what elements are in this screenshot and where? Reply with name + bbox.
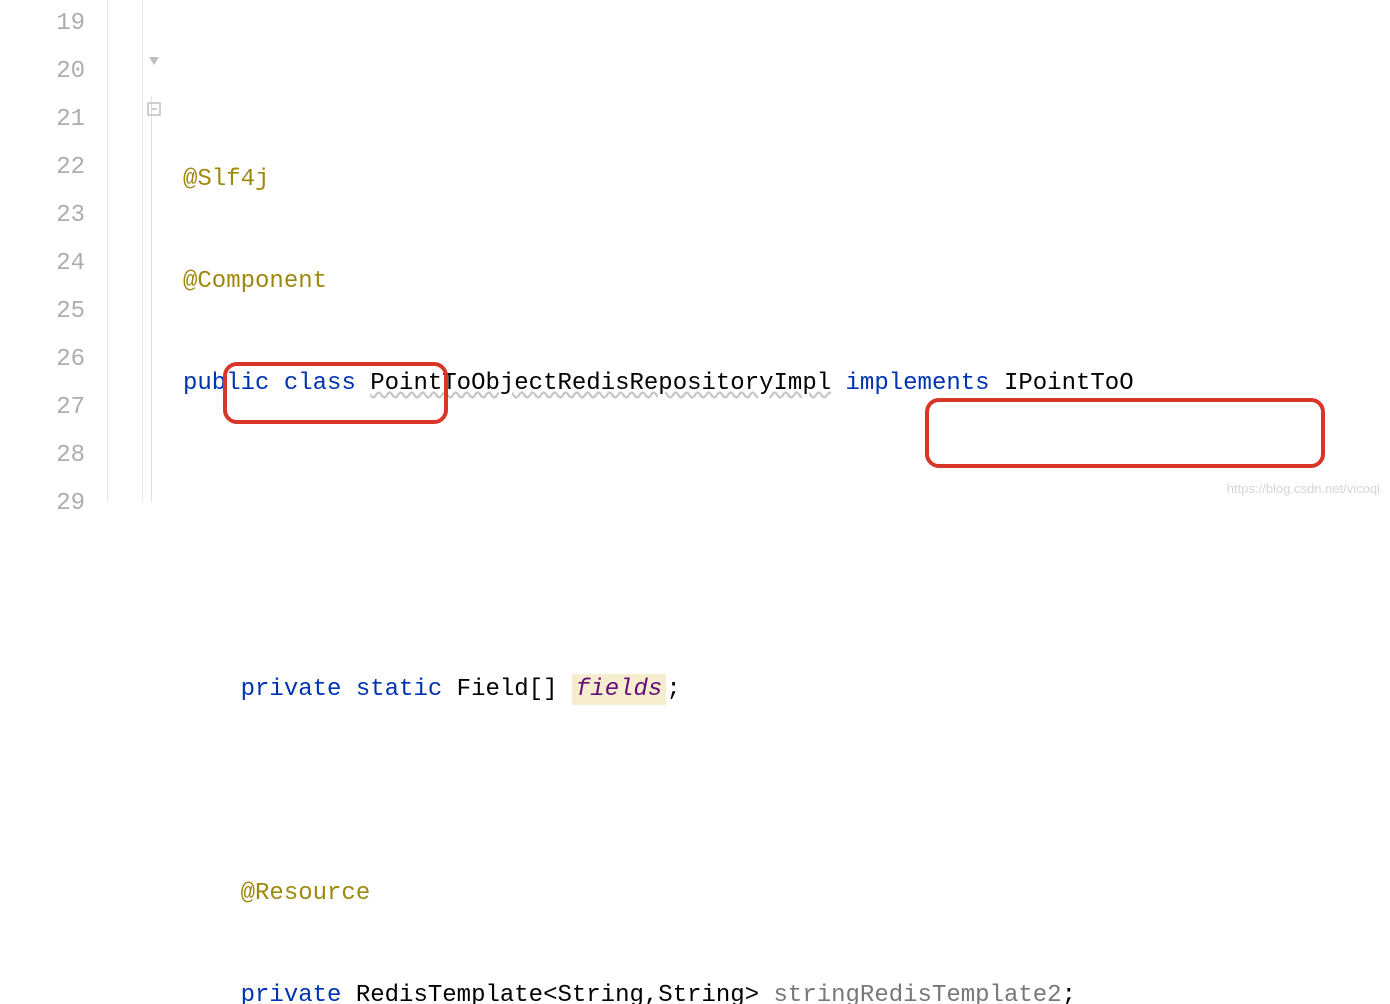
field-name: stringRedisTemplate2	[774, 982, 1062, 1004]
code-line: @Component	[183, 258, 1390, 306]
code-line: private static Field[] fields;	[183, 666, 1390, 714]
watermark: https://blog.csdn.net/vicoqi	[1227, 481, 1380, 496]
code-line	[183, 768, 1390, 816]
line-number: 20	[0, 48, 85, 96]
annotation: @Resource	[241, 880, 371, 907]
line-number: 22	[0, 144, 85, 192]
classname: PointToObjectRedisRepositoryImpl	[370, 370, 831, 397]
code-line: private RedisTemplate<String,String> str…	[183, 972, 1390, 1004]
keyword: class	[284, 370, 356, 397]
fold-icon[interactable]	[145, 100, 163, 124]
line-number: 19	[0, 0, 85, 48]
keyword: public	[183, 370, 269, 397]
code-line: @Slf4j	[183, 156, 1390, 204]
annotation: @Component	[183, 268, 327, 295]
highlight-box-field	[925, 398, 1325, 468]
keyword: private	[241, 982, 342, 1004]
typename: RedisTemplate<String,String>	[356, 982, 759, 1004]
gutter-extra	[108, 0, 143, 502]
line-number: 29	[0, 480, 85, 528]
code-line: public class PointToObjectRedisRepositor…	[183, 360, 1390, 408]
line-number: 25	[0, 288, 85, 336]
code-line: @Resource	[183, 870, 1390, 918]
line-number: 27	[0, 384, 85, 432]
punct: ;	[666, 676, 680, 703]
code-editor[interactable]: @Slf4j @Component public class PointToOb…	[183, 0, 1390, 502]
line-number: 26	[0, 336, 85, 384]
code-line	[183, 564, 1390, 612]
fold-icon[interactable]	[145, 52, 163, 76]
keyword: private	[241, 676, 342, 703]
annotation: @Slf4j	[183, 166, 269, 193]
punct: ;	[1062, 982, 1076, 1004]
fold-gutter	[143, 0, 183, 502]
line-number: 24	[0, 240, 85, 288]
field-name: fields	[572, 674, 666, 705]
code-line	[183, 54, 1390, 102]
line-number: 28	[0, 432, 85, 480]
code-line	[183, 462, 1390, 510]
line-number: 21	[0, 96, 85, 144]
typename: Field[]	[457, 676, 558, 703]
keyword: static	[356, 676, 442, 703]
typename: IPointToO	[1004, 370, 1134, 397]
keyword: implements	[846, 370, 990, 397]
line-number: 23	[0, 192, 85, 240]
line-number-gutter: 19 20 21 22 23 24 25 26 27 28 29	[0, 0, 108, 502]
